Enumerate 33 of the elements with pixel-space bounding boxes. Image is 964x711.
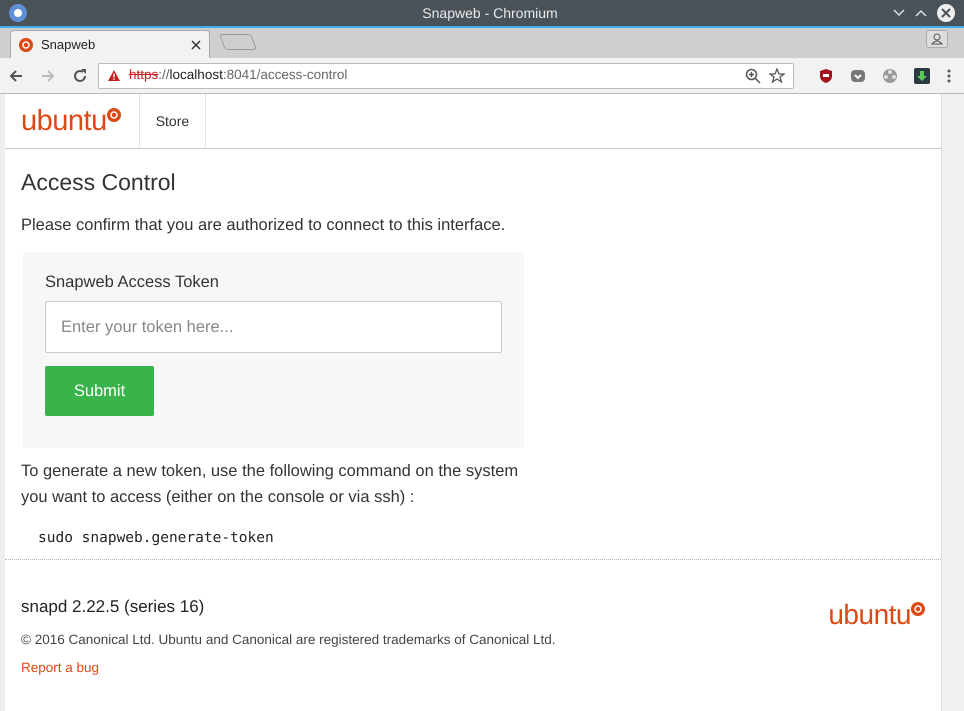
field-label: Snapweb Access Token: [45, 272, 220, 293]
copyright-text: © 2016 Canonical Ltd. Ubuntu and Canonical are registered trademarks of Canonical Ltd.: [21, 630, 556, 649]
help-text: To generate a new token, use the following command on the system you want to access (either on the console or via ssh) :: [21, 461, 519, 508]
star-icon[interactable]: [769, 68, 785, 84]
maximize-icon[interactable]: [914, 8, 928, 18]
intro-text: Please confirm that you are authorized to connect to this interface.: [21, 214, 506, 236]
pocket-icon[interactable]: [850, 68, 866, 84]
nav-link[interactable]: Store: [138, 94, 206, 148]
film-reel-icon[interactable]: [882, 68, 898, 84]
menu-icon[interactable]: [946, 68, 952, 84]
circle-of-friends-icon: [911, 602, 925, 616]
close-icon[interactable]: [191, 40, 201, 50]
report-bug-link[interactable]: Report a bug: [21, 658, 100, 678]
profile-icon[interactable]: [926, 30, 948, 48]
circle-of-friends-icon: [106, 108, 121, 122]
zoom-icon[interactable]: [745, 68, 761, 84]
close-icon[interactable]: [936, 3, 956, 23]
reload-icon[interactable]: [72, 68, 88, 84]
shield-icon[interactable]: [818, 68, 834, 84]
minimize-icon[interactable]: [892, 8, 906, 18]
window-title: Snapweb - Chromium: [421, 4, 559, 23]
back-icon[interactable]: [8, 68, 24, 84]
download-icon[interactable]: [914, 68, 930, 84]
scrollbar[interactable]: [941, 94, 964, 711]
browser-tab[interactable]: Snapweb: [10, 30, 210, 58]
ubuntu-logo[interactable]: ubuntu: [21, 100, 107, 144]
token-field[interactable]: Enter your token here...: [45, 301, 502, 354]
browser-logo-icon: [8, 3, 28, 23]
version-text: snapd 2.22.5 (series 16): [21, 596, 206, 618]
ubuntu-favicon-icon: [19, 38, 33, 52]
ubuntu-logo: ubuntu: [828, 598, 911, 632]
page-title: Access Control: [21, 169, 177, 197]
command-text: sudo snapweb.generate-token: [38, 529, 275, 548]
